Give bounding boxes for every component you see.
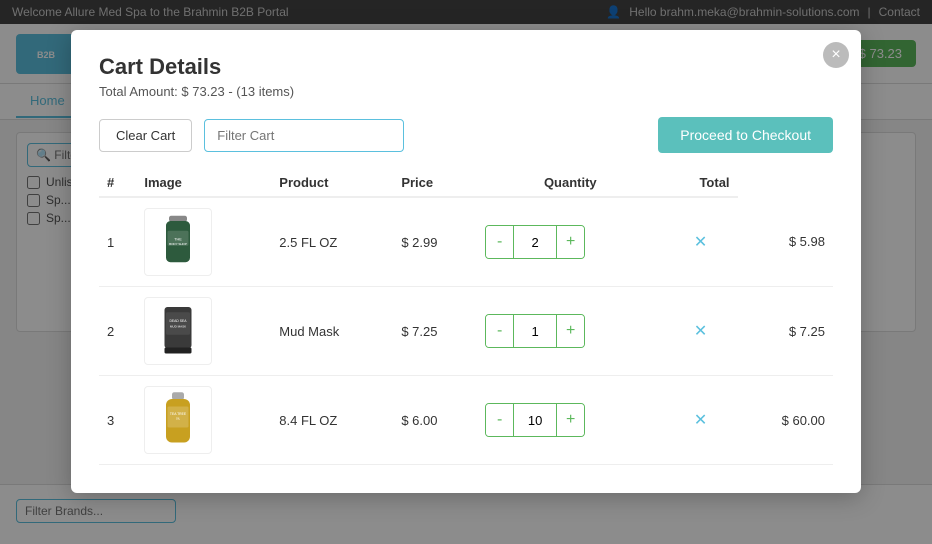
- qty-decrease-2[interactable]: -: [486, 315, 513, 347]
- filter-cart-input[interactable]: [204, 119, 404, 152]
- row-price-2: $ 7.25: [393, 287, 477, 376]
- qty-input-3[interactable]: [513, 404, 557, 436]
- remove-item-button-3[interactable]: ✕: [690, 406, 711, 434]
- svg-text:BODY SHOP: BODY SHOP: [169, 242, 187, 246]
- row-image-3: TEA TREE OIL: [136, 376, 271, 465]
- col-header-price: Price: [393, 169, 477, 197]
- table-row: 3 TEA TREE OIL 8.4 FL OZ $ 6.00 - +: [99, 376, 833, 465]
- quantity-control-3: - +: [485, 403, 585, 437]
- svg-text:DEAD SEA: DEAD SEA: [170, 319, 188, 323]
- row-quantity-1: - +: [477, 197, 663, 287]
- modal-action-bar: Clear Cart Proceed to Checkout: [99, 117, 833, 153]
- table-row: 2 DEAD SEA MUD MASK Mud Mask $ 7.25 - +: [99, 287, 833, 376]
- modal-subtitle: Total Amount: $ 73.23 - (13 items): [99, 84, 833, 99]
- quantity-control-1: - +: [485, 225, 585, 259]
- col-header-total: Total: [664, 169, 738, 197]
- row-price-1: $ 2.99: [393, 197, 477, 287]
- row-num-1: 1: [99, 197, 136, 287]
- modal-close-button[interactable]: ×: [823, 42, 849, 68]
- clear-cart-button[interactable]: Clear Cart: [99, 119, 192, 152]
- row-image-2: DEAD SEA MUD MASK: [136, 287, 271, 376]
- cart-details-modal: × Cart Details Total Amount: $ 73.23 - (…: [71, 30, 861, 493]
- row-image-1: THE BODY SHOP: [136, 197, 271, 287]
- row-num-2: 2: [99, 287, 136, 376]
- table-row: 1 THE BODY SHOP 2.5 FL OZ $ 2.99 - +: [99, 197, 833, 287]
- product-image-2: DEAD SEA MUD MASK: [144, 297, 212, 365]
- page-background: Welcome Allure Med Spa to the Brahmin B2…: [0, 0, 932, 544]
- row-total-2: $ 7.25: [738, 287, 833, 376]
- qty-increase-1[interactable]: +: [557, 226, 584, 258]
- product-image-1: THE BODY SHOP: [144, 208, 212, 276]
- qty-input-2[interactable]: [513, 315, 557, 347]
- modal-title: Cart Details: [99, 54, 833, 80]
- row-remove-2: ✕: [664, 287, 738, 376]
- row-remove-3: ✕: [664, 376, 738, 465]
- col-header-num: #: [99, 169, 136, 197]
- quantity-control-2: - +: [485, 314, 585, 348]
- table-header-row: # Image Product Price Quantity Total: [99, 169, 833, 197]
- row-total-3: $ 60.00: [738, 376, 833, 465]
- row-product-3: 8.4 FL OZ: [271, 376, 393, 465]
- row-num-3: 3: [99, 376, 136, 465]
- col-header-quantity: Quantity: [477, 169, 663, 197]
- qty-decrease-1[interactable]: -: [486, 226, 513, 258]
- svg-text:OIL: OIL: [176, 416, 181, 420]
- row-remove-1: ✕: [664, 197, 738, 287]
- qty-input-1[interactable]: [513, 226, 557, 258]
- row-quantity-3: - +: [477, 376, 663, 465]
- svg-text:THE: THE: [175, 238, 183, 242]
- proceed-to-checkout-button[interactable]: Proceed to Checkout: [658, 117, 833, 153]
- qty-increase-2[interactable]: +: [557, 315, 584, 347]
- qty-increase-3[interactable]: +: [557, 404, 584, 436]
- row-product-2: Mud Mask: [271, 287, 393, 376]
- svg-text:TEA TREE: TEA TREE: [170, 412, 187, 416]
- remove-item-button-2[interactable]: ✕: [690, 317, 711, 345]
- svg-text:MUD MASK: MUD MASK: [170, 324, 186, 328]
- modal-overlay: × Cart Details Total Amount: $ 73.23 - (…: [0, 0, 932, 544]
- col-header-product: Product: [271, 169, 393, 197]
- remove-item-button-1[interactable]: ✕: [690, 228, 711, 256]
- row-total-1: $ 5.98: [738, 197, 833, 287]
- col-header-image: Image: [136, 169, 271, 197]
- cart-table: # Image Product Price Quantity Total 1 T…: [99, 169, 833, 465]
- qty-decrease-3[interactable]: -: [486, 404, 513, 436]
- row-quantity-2: - +: [477, 287, 663, 376]
- product-image-3: TEA TREE OIL: [144, 386, 212, 454]
- row-product-1: 2.5 FL OZ: [271, 197, 393, 287]
- row-price-3: $ 6.00: [393, 376, 477, 465]
